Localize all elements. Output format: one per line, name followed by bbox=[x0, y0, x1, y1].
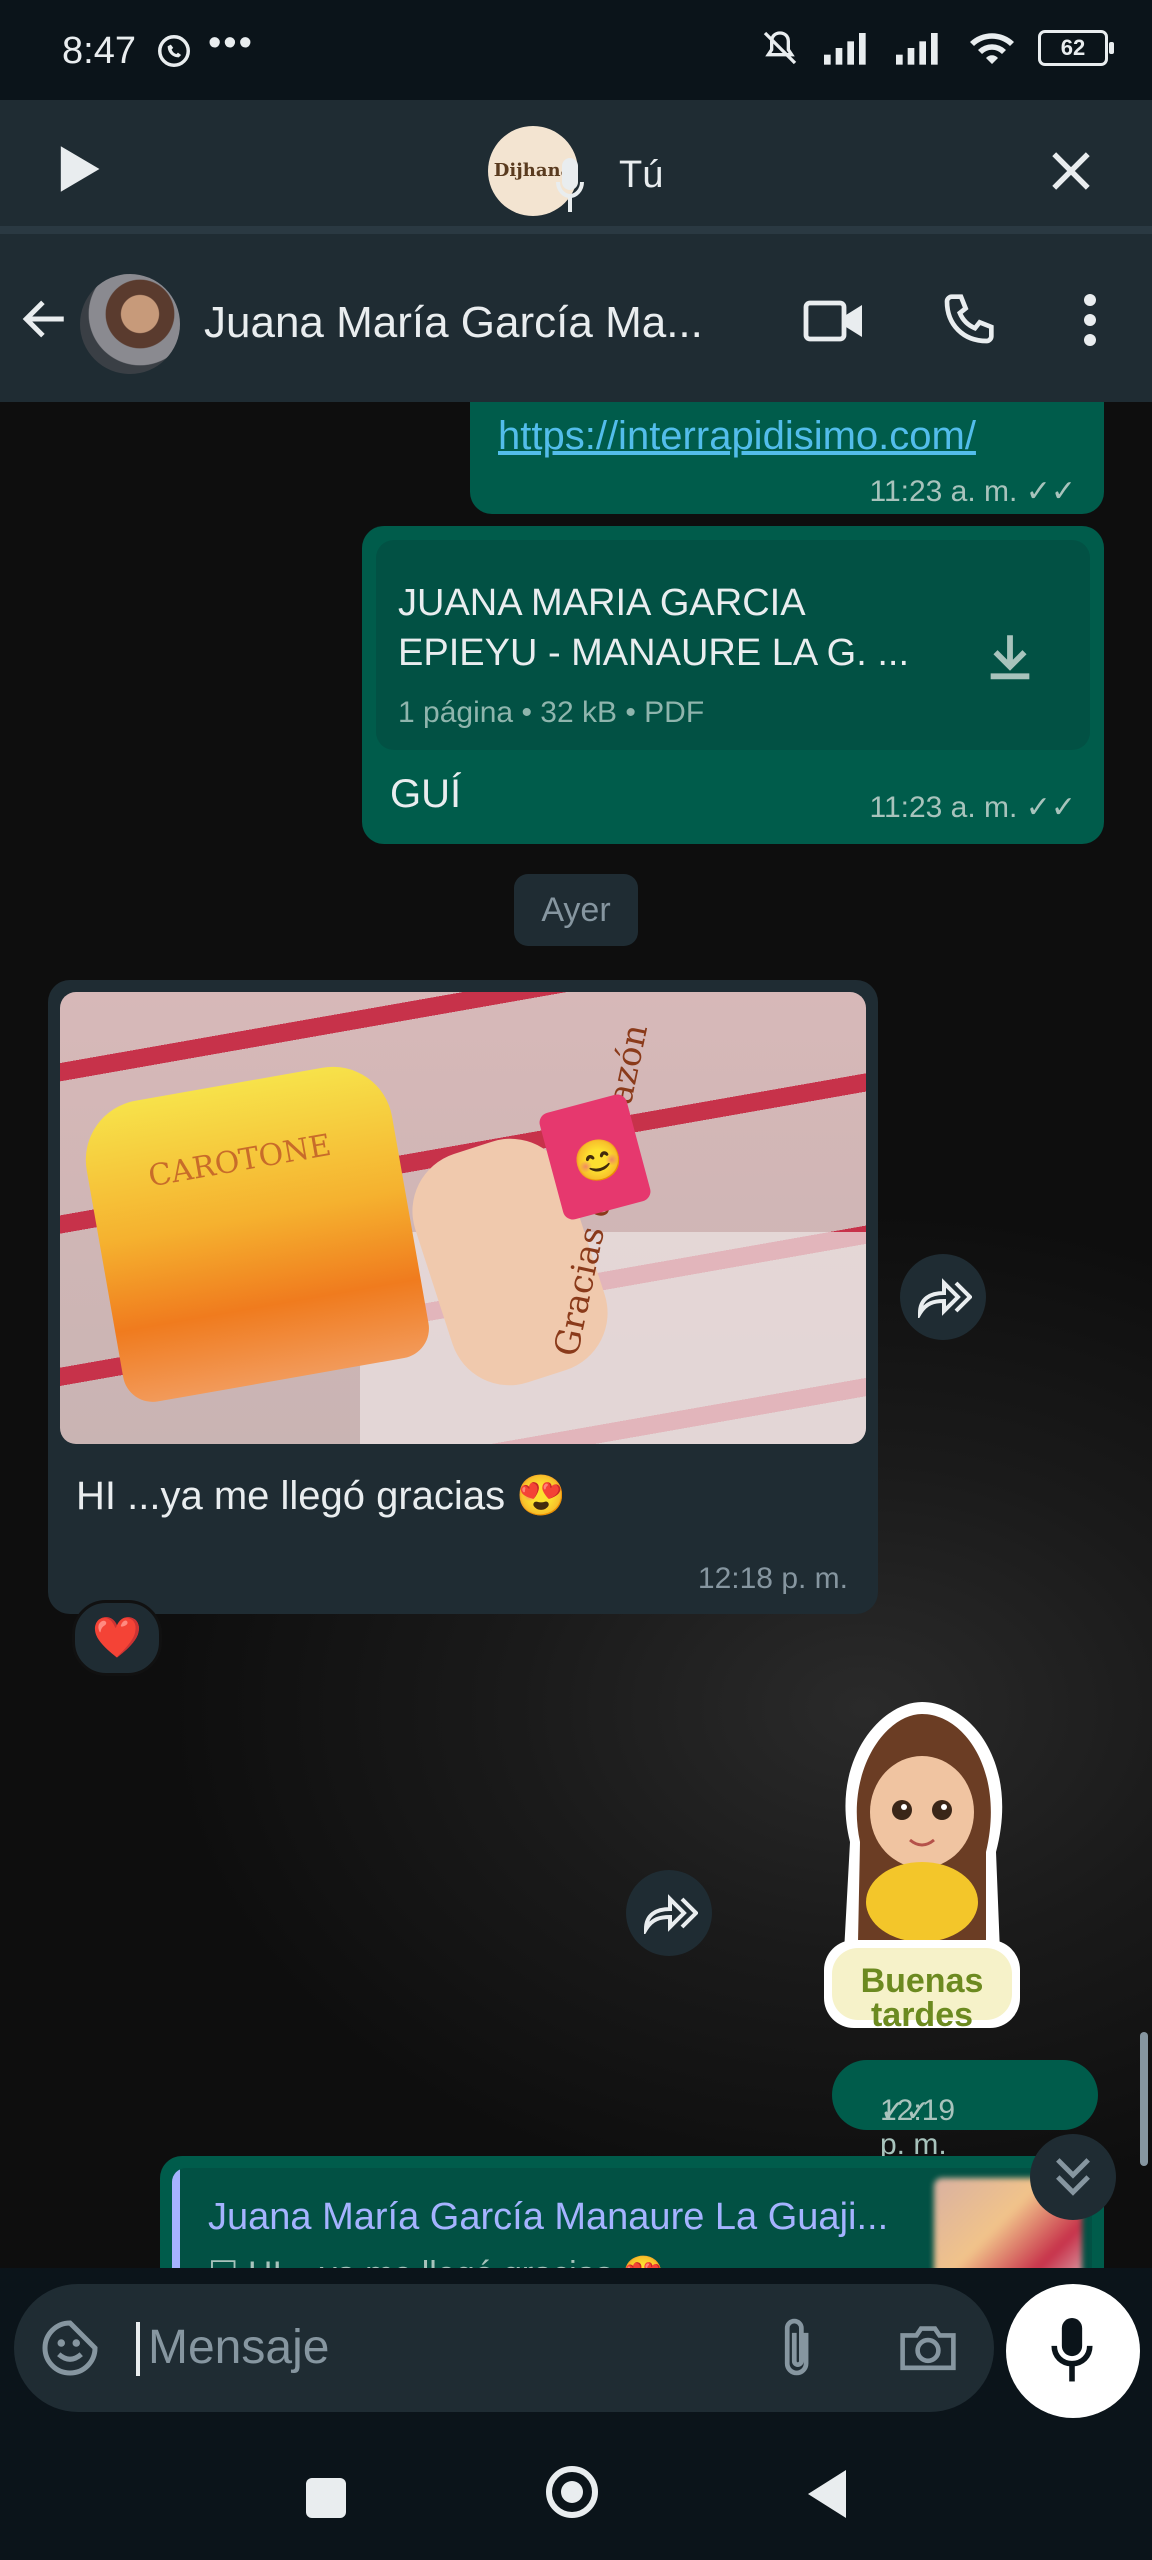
message-time: 12:18 p. m. bbox=[697, 1562, 848, 1595]
document-title-line1: JUANA MARIA GARCIA bbox=[398, 582, 806, 624]
battery-icon: 62 bbox=[1038, 30, 1114, 66]
document-card[interactable]: JUANA MARIA GARCIA EPIEYU - MANAURE LA G… bbox=[376, 540, 1090, 750]
photo-caption: HI ...ya me llegó gracias 😍 bbox=[76, 1474, 566, 1518]
status-more-dots: ••• bbox=[208, 22, 254, 64]
forward-button[interactable] bbox=[626, 1870, 712, 1956]
document-meta: 1 página • 32 kB • PDF bbox=[398, 696, 705, 729]
sticker-text-line1: Buenas bbox=[860, 1962, 984, 2000]
download-icon[interactable] bbox=[981, 628, 1039, 686]
home-button[interactable] bbox=[546, 2466, 598, 2518]
message-bubble-link[interactable]: https://interrapidisimo.com/ 11:23 a. m.… bbox=[470, 402, 1104, 514]
status-bar: 8:47 ••• 62 bbox=[0, 0, 1152, 100]
read-ticks-icon: ✓✓ bbox=[1025, 791, 1076, 824]
video-call-icon[interactable] bbox=[803, 299, 865, 343]
signal-icon bbox=[896, 33, 938, 65]
status-time: 8:47 bbox=[62, 30, 136, 72]
document-caption: GUÍ bbox=[390, 772, 462, 816]
read-ticks-icon: ✓✓ bbox=[1025, 475, 1076, 508]
scrollbar[interactable] bbox=[1140, 2032, 1148, 2166]
whatsapp-icon bbox=[158, 35, 190, 67]
photo-candy-face: 😊 bbox=[568, 1133, 628, 1190]
sticker-text: Buenas tardes bbox=[832, 1964, 1012, 2032]
phone-icon[interactable] bbox=[940, 292, 996, 348]
message-bubble-photo[interactable]: CAROTONE Gracias de Corazón 😊 HI ...ya m… bbox=[48, 980, 878, 1614]
sticker-text-line2: tardes bbox=[870, 1996, 974, 2034]
message-input-container[interactable]: Mensaje bbox=[14, 2284, 994, 2412]
message-bubble-reply[interactable]: Juana María García Manaure La Guaji... ☐… bbox=[160, 2156, 1104, 2268]
sticker-time-pill: 12:19 p. m. ✓✓ bbox=[832, 2060, 1098, 2161]
quoted-sender: Juana María García Manaure La Guaji... bbox=[208, 2196, 889, 2238]
chat-header: Juana María García Ma... bbox=[0, 234, 1152, 402]
read-ticks-icon: ✓✓ bbox=[880, 2095, 931, 2128]
photo-jar-label: CAROTONE bbox=[145, 1127, 334, 1195]
voice-record-button[interactable] bbox=[1006, 2284, 1140, 2418]
scroll-to-bottom-button[interactable] bbox=[1030, 2134, 1116, 2220]
message-input-placeholder[interactable]: Mensaje bbox=[148, 2320, 329, 2375]
attach-icon[interactable] bbox=[774, 2314, 824, 2380]
composer-bar: Mensaje bbox=[0, 2268, 1152, 2424]
document-title-line2: EPIEYU - MANAURE LA G. ... bbox=[398, 632, 910, 674]
photo-jar: CAROTONE bbox=[76, 1057, 434, 1407]
chat-area[interactable]: https://interrapidisimo.com/ 11:23 a. m.… bbox=[0, 402, 1152, 2268]
contact-avatar[interactable] bbox=[80, 274, 180, 374]
signal-icon bbox=[824, 33, 866, 65]
forward-button[interactable] bbox=[900, 1254, 986, 1340]
status-icons: 62 bbox=[758, 28, 1114, 68]
quote-bar bbox=[172, 2168, 180, 2268]
mic-icon bbox=[1051, 2318, 1093, 2382]
quoted-text: ☐ HI ...ya me llegó gracias 😍 bbox=[208, 2254, 664, 2268]
contact-name[interactable]: Juana María García Ma... bbox=[204, 298, 703, 348]
forward-icon bbox=[643, 1894, 698, 1934]
message-bubble-document[interactable]: JUANA MARIA GARCIA EPIEYU - MANAURE LA G… bbox=[362, 526, 1104, 844]
play-icon[interactable] bbox=[56, 144, 102, 194]
system-nav-bar bbox=[0, 2424, 1152, 2560]
message-photo[interactable]: CAROTONE Gracias de Corazón 😊 bbox=[60, 992, 866, 1444]
wifi-icon bbox=[970, 33, 1014, 64]
voice-progress-track bbox=[0, 226, 1152, 234]
camera-icon[interactable] bbox=[898, 2320, 958, 2374]
quoted-message[interactable]: Juana María García Manaure La Guaji... ☐… bbox=[172, 2168, 1092, 2268]
message-link[interactable]: https://interrapidisimo.com/ bbox=[498, 414, 976, 459]
back-arrow-icon[interactable] bbox=[20, 294, 70, 344]
message-time: 11:23 a. m. ✓✓ bbox=[869, 475, 1077, 508]
voice-sender-label: Tú bbox=[619, 154, 664, 196]
more-vert-icon[interactable] bbox=[1070, 292, 1110, 348]
recents-button[interactable] bbox=[306, 2478, 346, 2518]
voice-message-player-bar: Dijhana Tú bbox=[0, 100, 1152, 234]
date-divider: Ayer bbox=[514, 874, 638, 946]
double-chevron-down-icon bbox=[1056, 2158, 1090, 2196]
close-icon[interactable] bbox=[1050, 150, 1092, 192]
text-cursor bbox=[136, 2322, 140, 2376]
mic-icon bbox=[556, 158, 584, 212]
nav-back-button[interactable] bbox=[808, 2470, 846, 2518]
emoji-sticker-icon[interactable] bbox=[40, 2318, 100, 2378]
mute-icon bbox=[763, 31, 797, 65]
message-time: 11:23 a. m. ✓✓ bbox=[869, 791, 1077, 824]
reaction-heart[interactable]: ❤️ bbox=[72, 1600, 162, 1676]
forward-icon bbox=[917, 1278, 972, 1318]
